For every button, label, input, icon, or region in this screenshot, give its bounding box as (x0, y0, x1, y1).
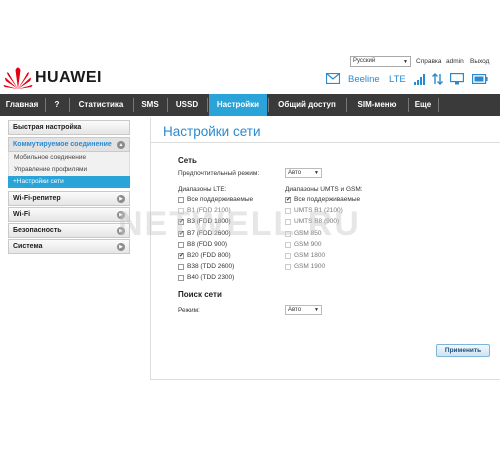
umts-band-label: GSM 1900 (294, 263, 326, 271)
sidebar-item-network-settings[interactable]: +Настройки сети (8, 176, 130, 188)
search-mode-label: Режим: (178, 307, 200, 314)
lte-band-label: Все поддерживаемые (187, 196, 254, 203)
nav-ussd[interactable]: USSD (168, 94, 206, 116)
monitor-icon (450, 73, 464, 85)
nav-sim-menu[interactable]: SIM-меню (347, 94, 407, 116)
checkbox[interactable] (178, 197, 184, 203)
checkbox-checked[interactable]: ✔ (178, 253, 184, 259)
preferred-mode-value: Авто (288, 170, 302, 176)
envelope-icon[interactable] (326, 73, 340, 84)
sidebar-item-dial-up[interactable]: Коммутируемое соединение ▲ (8, 137, 130, 152)
search-mode-select[interactable]: Авто ▼ (285, 305, 322, 315)
watermark-text: NETWELL.RU (118, 205, 361, 243)
page-title: Настройки сети (163, 124, 261, 139)
search-mode-value: Авто (288, 307, 302, 313)
sidebar-item-profile-management[interactable]: Управление профилями (8, 164, 130, 176)
sidebar-item-system[interactable]: Система ▶ (8, 239, 130, 254)
lte-band-label: B40 (TDD 2300) (187, 274, 235, 282)
chevron-down-icon: ▼ (314, 170, 319, 176)
checkbox[interactable] (178, 264, 184, 271)
user-link[interactable]: admin (446, 58, 464, 65)
nav-help[interactable]: ? (46, 94, 68, 116)
network-section-title: Сеть (178, 156, 197, 165)
title-divider (151, 142, 500, 143)
huawei-logo-icon (3, 67, 33, 89)
battery-icon (472, 74, 488, 84)
nav-statistics[interactable]: Статистика (70, 94, 132, 116)
brand-name: HUAWEI (35, 69, 102, 86)
signal-icon (414, 74, 425, 85)
sidebar-item-label: Безопасность (13, 227, 62, 234)
logout-link[interactable]: Выход (470, 58, 489, 65)
preferred-mode-select[interactable]: Авто ▼ (285, 168, 322, 178)
sidebar-item-label: Система (13, 243, 43, 250)
sidebar-item-label: Wi-Fi-репитер (13, 195, 61, 202)
checkbox (285, 264, 291, 271)
checkbox-checked[interactable]: ✔ (285, 197, 291, 203)
chevron-down-icon: ▼ (403, 59, 408, 65)
network-type: LTE (389, 74, 406, 85)
search-section-title: Поиск сети (178, 290, 222, 299)
language-select[interactable]: Русский ▼ (350, 56, 411, 67)
main-nav: Главная ? Статистика SMS USSD Настройки … (0, 94, 500, 116)
sidebar-item-wifi-repeater[interactable]: Wi-Fi-репитер ▶ (8, 191, 130, 206)
nav-sms[interactable]: SMS (134, 94, 166, 116)
chevron-right-icon: ▶ (117, 243, 125, 251)
sidebar-item-wifi[interactable]: Wi-Fi ▶ (8, 207, 130, 222)
chevron-up-icon: ▲ (117, 141, 125, 149)
sidebar-item-quick-setup[interactable]: Быстрая настройка (8, 120, 130, 135)
lte-bands-label: Диапазоны LTE: (178, 186, 227, 193)
lte-band-label: B20 (FDD 800) (187, 252, 231, 259)
nav-more[interactable]: Еще (409, 94, 437, 116)
operator-name: Beeline (348, 74, 380, 85)
sidebar-item-security[interactable]: Безопасность ▶ (8, 223, 130, 238)
main-content: Настройки сети Сеть Предпочтительный реж… (150, 118, 500, 380)
chevron-down-icon: ▼ (314, 307, 319, 313)
umts-bands-label: Диапазоны UMTS и GSM: (285, 186, 363, 193)
umts-band-label: Все поддерживаемые (294, 196, 361, 203)
nav-sharing[interactable]: Общий доступ (269, 94, 345, 116)
status-bar: Beeline LTE (326, 73, 496, 87)
language-value: Русский (353, 58, 376, 64)
sidebar-item-label: Коммутируемое соединение (13, 141, 112, 148)
help-link[interactable]: Справка (416, 58, 442, 65)
preferred-mode-label: Предпочтительный режим: (178, 170, 260, 177)
sidebar-item-label: Быстрая настройка (13, 124, 82, 131)
apply-button[interactable]: Применить (436, 344, 490, 357)
checkbox[interactable] (178, 275, 184, 282)
chevron-right-icon: ▶ (117, 195, 125, 203)
top-bar: Русский ▼ Справка admin Выход (350, 56, 500, 68)
sidebar-item-label: Wi-Fi (13, 211, 31, 218)
sidebar-item-mobile-connection[interactable]: Мобильное соединение (8, 152, 130, 164)
nav-home[interactable]: Главная (0, 94, 44, 116)
nav-settings[interactable]: Настройки (209, 94, 267, 116)
checkbox (285, 253, 291, 259)
umts-band-label: GSM 1800 (294, 252, 326, 259)
data-arrows-icon (432, 73, 443, 85)
lte-band-label: B38 (TDD 2600) (187, 263, 235, 271)
